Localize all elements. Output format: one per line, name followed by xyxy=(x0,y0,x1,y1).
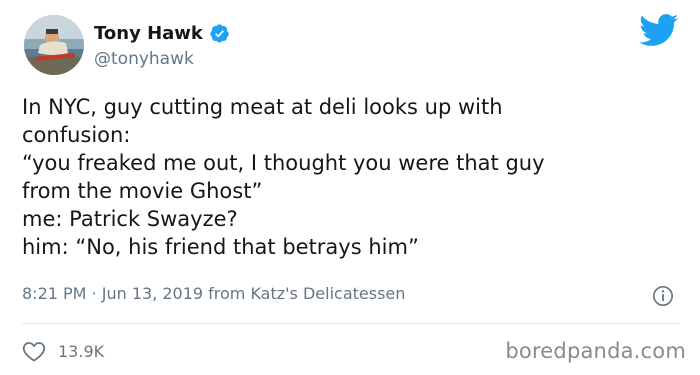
like-button[interactable]: 13.9K xyxy=(22,340,104,362)
user-name[interactable]: Tony Hawk xyxy=(94,23,230,44)
heart-icon[interactable] xyxy=(22,340,46,362)
watermark: boredpanda.com xyxy=(505,339,686,363)
divider xyxy=(22,323,680,324)
avatar-photo xyxy=(24,15,84,75)
verified-badge-icon xyxy=(210,24,229,43)
tweet-line: confusion: xyxy=(22,123,131,147)
tweet-line: him: “No, his friend that betrays him” xyxy=(22,235,419,259)
tweet-line: In NYC, guy cutting meat at deli looks u… xyxy=(22,95,503,119)
user-handle[interactable]: @tonyhawk xyxy=(94,49,194,69)
twitter-bird-icon[interactable] xyxy=(639,14,679,47)
like-count: 13.9K xyxy=(58,341,105,361)
tweet-text: In NYC, guy cutting meat at deli looks u… xyxy=(22,93,682,261)
avatar[interactable] xyxy=(24,15,84,75)
tweet-line: from the movie Ghost” xyxy=(22,179,263,203)
tweet-timestamp[interactable]: 8:21 PM · Jun 13, 2019 from Katz's Delic… xyxy=(22,284,405,303)
tweet-line: me: Patrick Swayze? xyxy=(22,207,238,231)
user-name-text[interactable]: Tony Hawk xyxy=(94,23,203,44)
tweet-line: “you freaked me out, I thought you were … xyxy=(22,151,545,175)
info-icon[interactable] xyxy=(652,285,674,307)
